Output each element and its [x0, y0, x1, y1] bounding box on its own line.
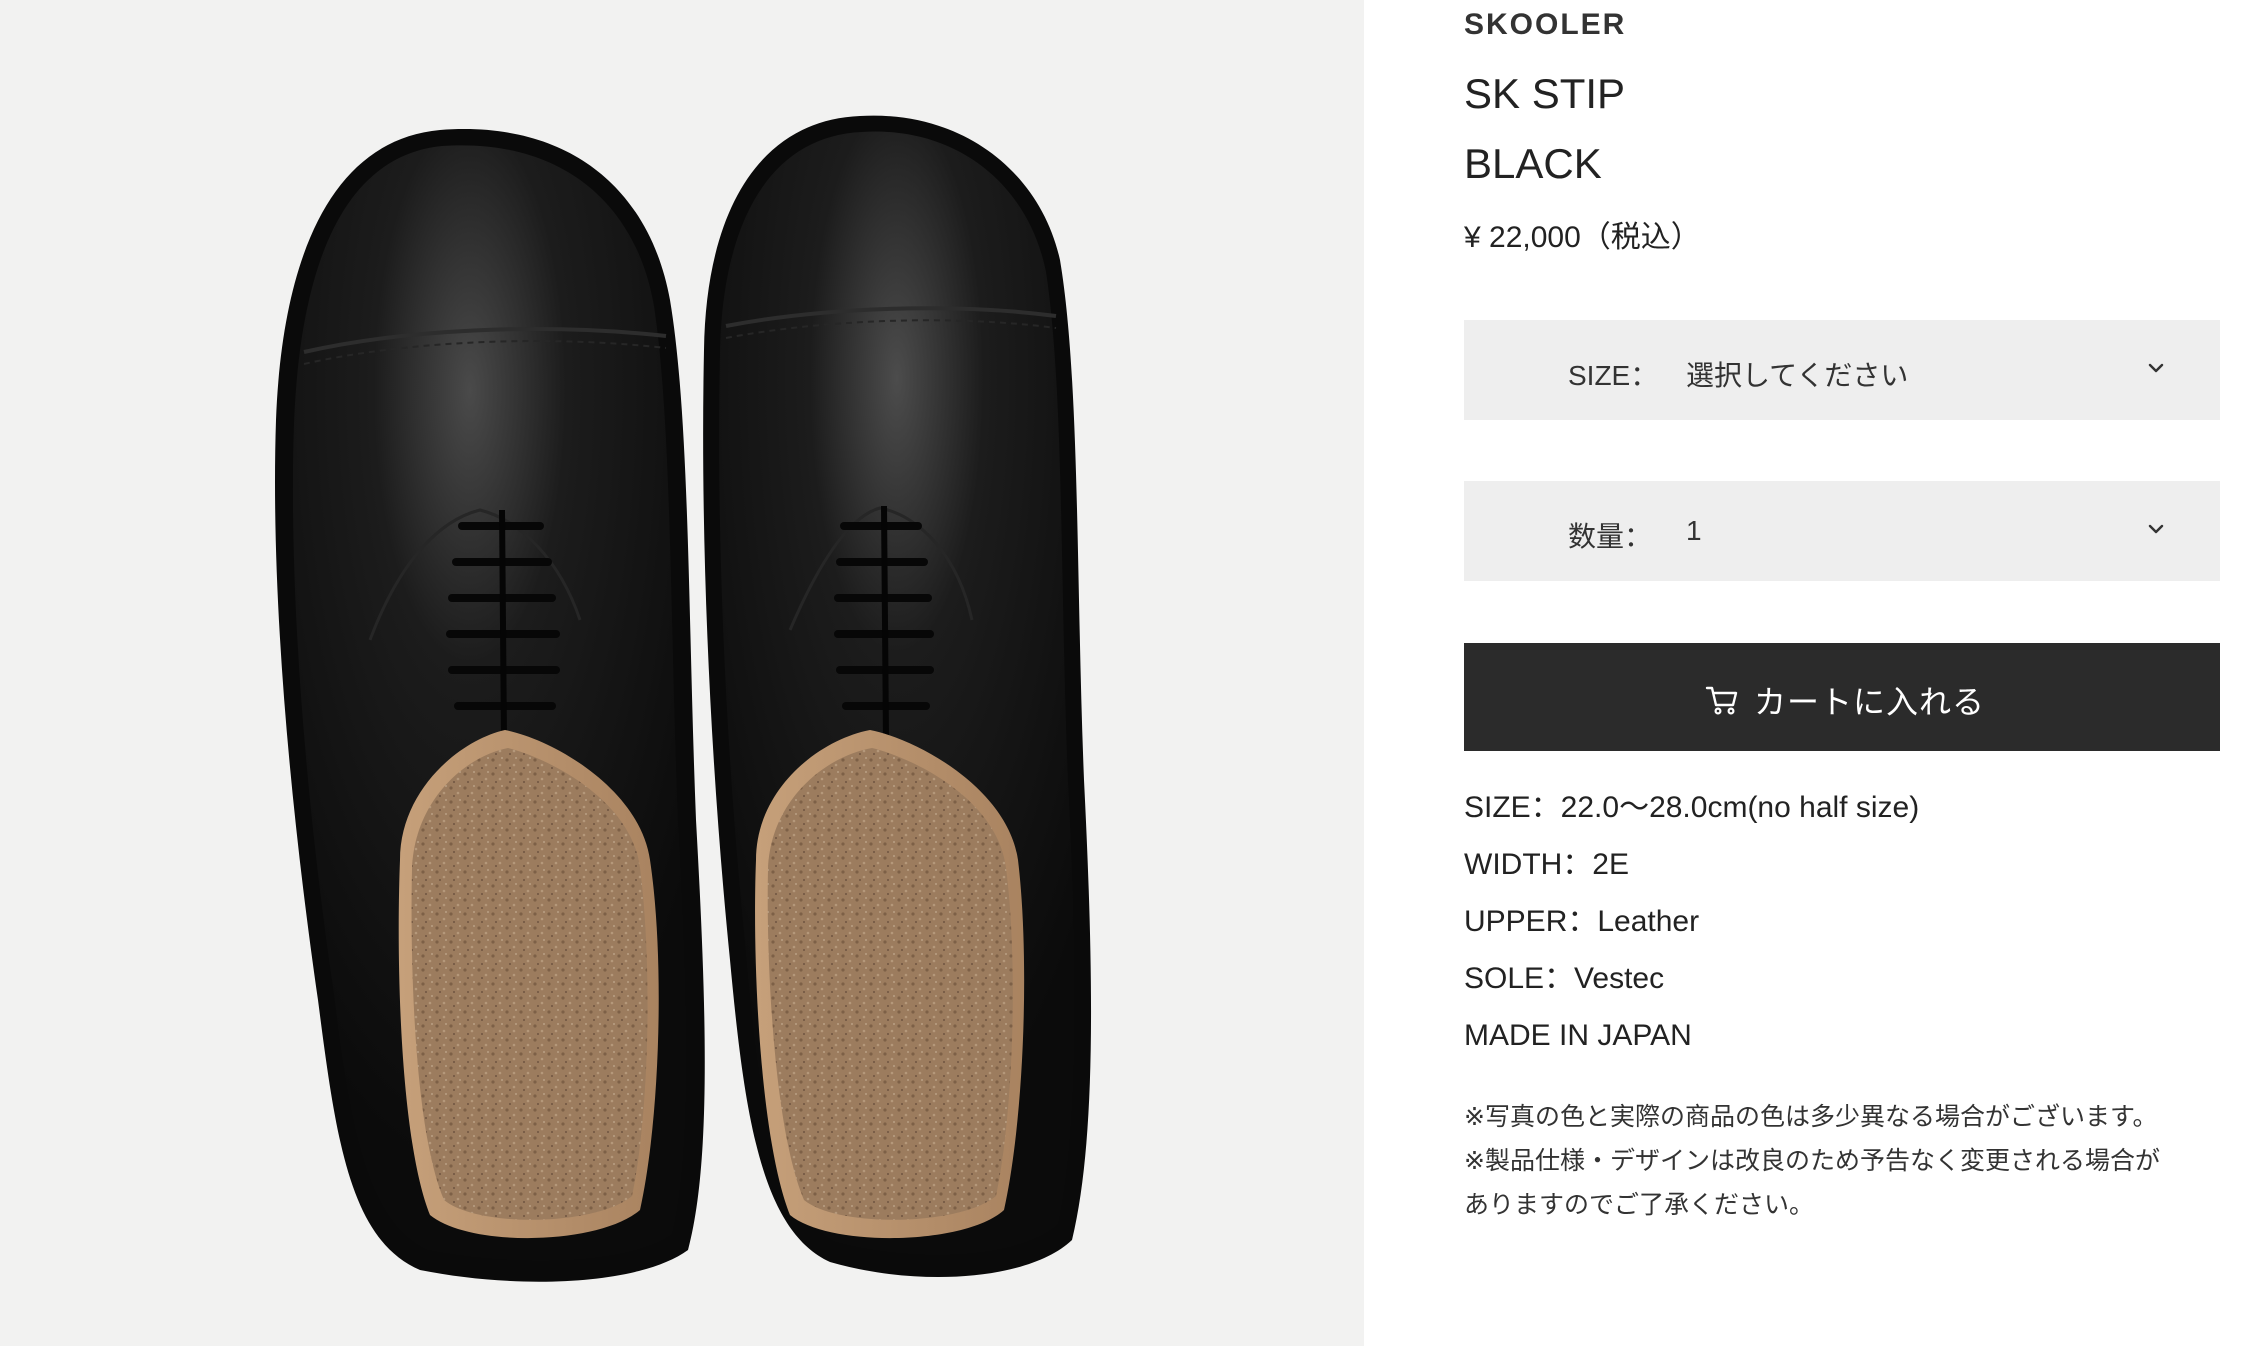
add-to-cart-button[interactable]: カートに入れる — [1464, 643, 2220, 751]
quantity-select[interactable]: 数量： 1 — [1464, 481, 2220, 581]
size-label: SIZE： — [1568, 360, 1659, 391]
spec-list: SIZE：22.0〜28.0cm(no half size) WIDTH：2E … — [1464, 790, 1919, 1075]
chevron-down-icon — [2148, 524, 2164, 534]
size-select[interactable]: SIZE： 選択してください — [1464, 320, 2220, 420]
spec-sole: SOLE：Vestec — [1464, 962, 1665, 995]
note-line: ※写真の色と実際の商品の色は多少異なる場合がございます。 — [1464, 1103, 2158, 1131]
product-photo — [0, 0, 1364, 1346]
product-name: SK STIP — [1464, 70, 1626, 117]
quantity-label: 数量： — [1568, 521, 1653, 552]
product-color: BLACK — [1464, 140, 1602, 187]
notes: ※写真の色と実際の商品の色は多少異なる場合がございます。 ※製品仕様・デザインは… — [1464, 1095, 2220, 1227]
spec-upper: UPPER：Leather — [1464, 905, 1700, 938]
note-line: ※製品仕様・デザインは改良のため予告なく変更される場合が — [1464, 1147, 2160, 1175]
size-value: 選択してください — [1686, 360, 1909, 391]
shoes-image — [275, 115, 1092, 1282]
spec-size: SIZE：22.0〜28.0cm(no half size) — [1464, 791, 1920, 824]
cart-icon — [1705, 686, 1738, 715]
product-price: ¥ 22,000（税込） — [1464, 221, 1701, 254]
note-line: ありますのでご了承ください。 — [1464, 1191, 1815, 1219]
brand-name[interactable]: SKOOLER — [1464, 8, 1626, 42]
add-to-cart-label: カートに入れる — [1754, 684, 1986, 720]
chevron-down-icon — [2148, 363, 2164, 373]
quantity-value: 1 — [1686, 515, 1702, 546]
spec-width: WIDTH：2E — [1464, 848, 1629, 881]
spec-origin: MADE IN JAPAN — [1464, 1019, 1692, 1052]
